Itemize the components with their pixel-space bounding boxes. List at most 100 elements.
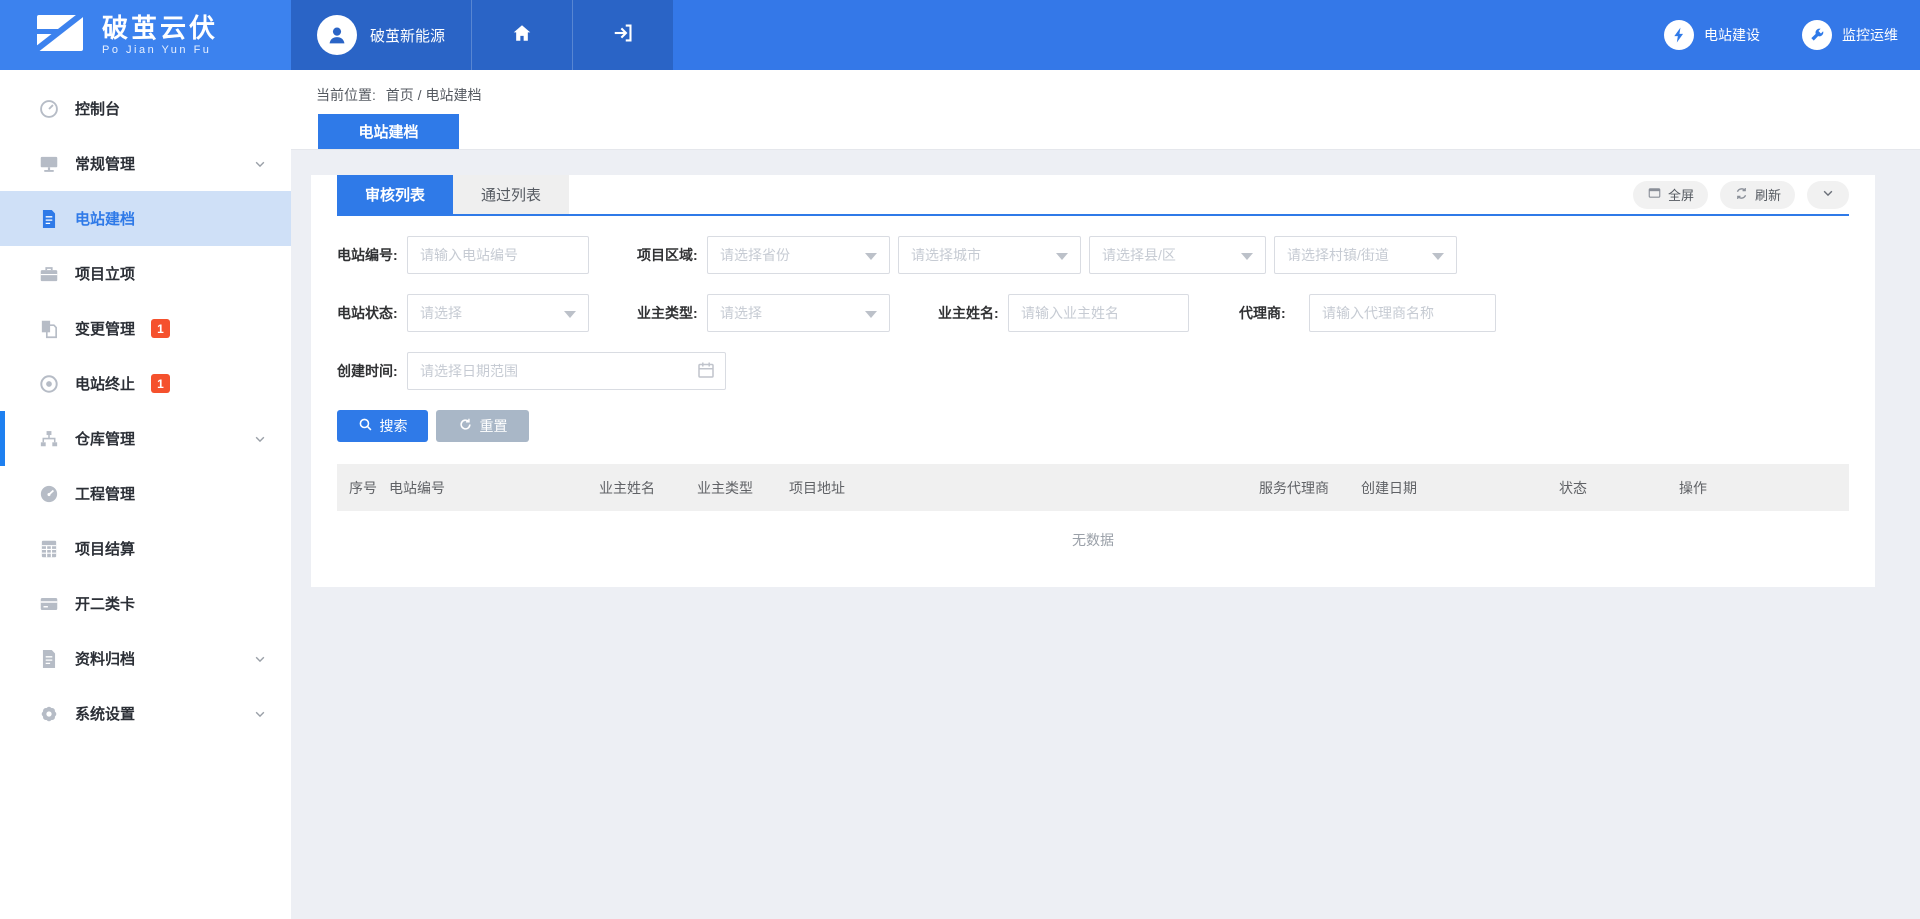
page-tab-station-filing[interactable]: 电站建档 xyxy=(318,114,459,149)
chevron-down-icon xyxy=(253,157,267,171)
refresh-button[interactable]: 刷新 xyxy=(1720,181,1795,209)
sidebar-item-change-mgmt[interactable]: 变更管理 1 xyxy=(0,301,291,356)
breadcrumb-bar: 当前位置: 首页 / 电站建档 电站建档 xyxy=(291,70,1920,149)
file-icon xyxy=(38,648,60,670)
sidebar-item-station-filing[interactable]: 电站建档 xyxy=(0,191,291,246)
station-code-label: 电站编号: xyxy=(337,245,407,265)
breadcrumb-label: 当前位置: xyxy=(316,87,376,103)
search-button[interactable]: 搜索 xyxy=(337,410,428,442)
card-icon xyxy=(38,593,60,615)
agent-input[interactable] xyxy=(1309,294,1496,332)
app-title: 破茧云伏 xyxy=(102,14,218,42)
wrench-icon xyxy=(1802,20,1832,50)
app-header: 破茧云伏 Po Jian Yun Fu 破茧新能源 xyxy=(0,0,1920,70)
document-icon xyxy=(38,208,60,230)
content: 审核列表 通过列表 全屏 xyxy=(291,149,1920,587)
sitemap-icon xyxy=(38,428,60,450)
target-icon xyxy=(38,373,60,395)
caret-down-icon xyxy=(1056,253,1068,260)
user-menu[interactable]: 破茧新能源 xyxy=(291,0,471,70)
reset-icon xyxy=(458,417,473,435)
date-range-picker[interactable] xyxy=(407,352,726,390)
sidebar-item-console[interactable]: 控制台 xyxy=(0,81,291,136)
town-select[interactable]: 请选择村镇/街道 xyxy=(1274,236,1457,274)
agent-label: 代理商: xyxy=(1239,303,1301,323)
owner-type-select[interactable]: 请选择 xyxy=(707,294,890,332)
col-status: 状态 xyxy=(1559,478,1679,498)
filter-row-1: 电站编号: 项目区域: 请选择省份 请选择城市 请选择县/区 xyxy=(337,236,1849,274)
sidebar-item-project-initiation[interactable]: 项目立项 xyxy=(0,246,291,301)
breadcrumb: 当前位置: 首页 / 电站建档 xyxy=(316,85,481,105)
main-area: 当前位置: 首页 / 电站建档 电站建档 审核列表 通过列表 xyxy=(291,70,1920,919)
briefcase-icon xyxy=(38,263,60,285)
chevron-down-icon xyxy=(253,652,267,666)
fullscreen-label: 全屏 xyxy=(1668,185,1694,204)
caret-down-icon xyxy=(1432,253,1444,260)
fullscreen-icon xyxy=(1647,186,1662,203)
user-name: 破茧新能源 xyxy=(370,25,445,46)
gear-icon xyxy=(38,703,60,725)
province-select[interactable]: 请选择省份 xyxy=(707,236,890,274)
avatar-icon xyxy=(317,15,357,55)
create-time-label: 创建时间: xyxy=(337,361,407,381)
filter-form: 电站编号: 项目区域: 请选择省份 请选择城市 请选择县/区 xyxy=(311,216,1875,390)
sidebar: 控制台 常规管理 电站建档 xyxy=(0,70,291,919)
col-project-address: 项目地址 xyxy=(789,478,1259,498)
chevron-down-icon xyxy=(1821,186,1835,203)
col-create-date: 创建日期 xyxy=(1361,478,1559,498)
station-status-select[interactable]: 请选择 xyxy=(407,294,589,332)
fullscreen-button[interactable]: 全屏 xyxy=(1633,181,1708,209)
sidebar-item-data-archive[interactable]: 资料归档 xyxy=(0,631,291,686)
sidebar-item-engineering-mgmt[interactable]: 工程管理 xyxy=(0,466,291,521)
city-select[interactable]: 请选择城市 xyxy=(898,236,1081,274)
monitor-icon xyxy=(38,153,60,175)
empty-state: 无数据 xyxy=(311,511,1875,569)
sidebar-item-warehouse-mgmt[interactable]: 仓库管理 xyxy=(0,411,291,466)
brand-logo: 破茧云伏 Po Jian Yun Fu xyxy=(0,0,291,70)
logout-button[interactable] xyxy=(572,0,673,70)
home-button[interactable] xyxy=(471,0,572,70)
sidebar-item-system-settings[interactable]: 系统设置 xyxy=(0,686,291,741)
tab-passed-list[interactable]: 通过列表 xyxy=(453,175,569,214)
panel-head: 审核列表 通过列表 全屏 xyxy=(337,175,1849,216)
reset-button[interactable]: 重置 xyxy=(436,410,529,442)
refresh-label: 刷新 xyxy=(1755,185,1781,204)
header-user-zone: 破茧新能源 xyxy=(291,0,673,70)
sidebar-item-general-mgmt[interactable]: 常规管理 xyxy=(0,136,291,191)
col-owner-name: 业主姓名 xyxy=(599,478,697,498)
col-actions: 操作 xyxy=(1679,478,1849,498)
header-quick-links: 电站建设 监控运维 xyxy=(1664,0,1920,70)
quick-link-monitor-ops[interactable]: 监控运维 xyxy=(1802,20,1898,50)
solar-logo-icon xyxy=(36,12,86,59)
station-code-input[interactable] xyxy=(407,236,589,274)
sidebar-item-station-termination[interactable]: 电站终止 1 xyxy=(0,356,291,411)
action-row: 搜索 重置 xyxy=(337,410,1849,442)
filter-row-3: 创建时间: xyxy=(337,352,1849,390)
gauge-icon xyxy=(38,98,60,120)
quick-link-label: 监控运维 xyxy=(1842,25,1898,45)
speedometer-icon xyxy=(38,483,60,505)
badge-count: 1 xyxy=(151,374,170,393)
chevron-down-icon xyxy=(253,707,267,721)
date-range-input[interactable] xyxy=(407,352,726,390)
caret-down-icon xyxy=(865,253,877,260)
reset-label: 重置 xyxy=(480,416,508,436)
station-status-label: 电站状态: xyxy=(337,303,407,323)
county-select[interactable]: 请选择县/区 xyxy=(1089,236,1266,274)
calculator-icon xyxy=(38,538,60,560)
owner-name-input[interactable] xyxy=(1008,294,1189,332)
caret-down-icon xyxy=(564,311,576,318)
lightning-icon xyxy=(1664,20,1694,50)
collapse-button[interactable] xyxy=(1807,181,1849,209)
filter-row-2: 电站状态: 请选择 业主类型: 请选择 业主姓名: 代理商: xyxy=(337,294,1849,332)
breadcrumb-path[interactable]: 首页 / 电站建档 xyxy=(386,87,482,103)
col-station-code: 电站编号 xyxy=(389,478,599,498)
sidebar-item-project-settlement[interactable]: 项目结算 xyxy=(0,521,291,576)
caret-down-icon xyxy=(865,311,877,318)
badge-count: 1 xyxy=(151,319,170,338)
quick-link-station-build[interactable]: 电站建设 xyxy=(1664,20,1760,50)
sidebar-item-class2-card[interactable]: 开二类卡 xyxy=(0,576,291,631)
tab-review-list[interactable]: 审核列表 xyxy=(337,175,453,214)
table-header: 序号 电站编号 业主姓名 业主类型 项目地址 服务代理商 创建日期 状态 操作 xyxy=(337,464,1849,511)
login-arrow-icon xyxy=(612,22,634,49)
